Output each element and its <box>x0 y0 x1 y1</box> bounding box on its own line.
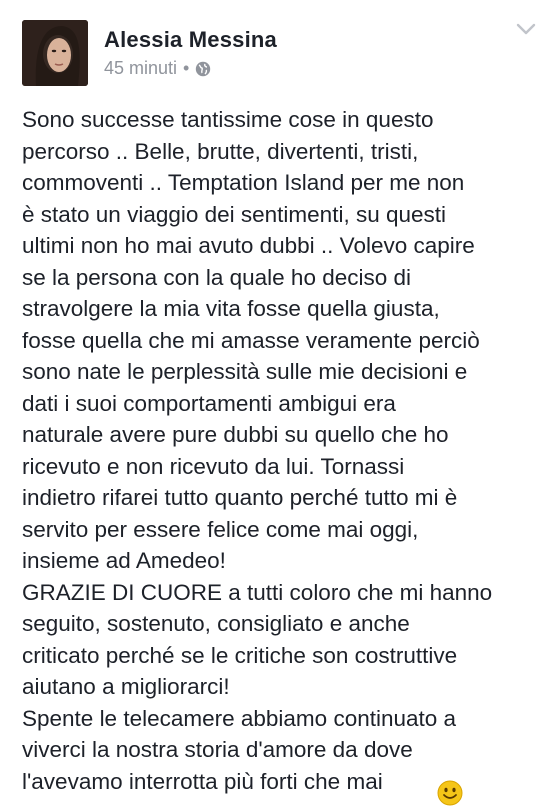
chevron-down-icon[interactable] <box>516 22 536 36</box>
avatar[interactable] <box>22 20 88 86</box>
post-meta: 45 minuti • <box>104 58 211 79</box>
post-text: Sono successe tantissime cose in questo … <box>22 107 493 794</box>
avatar-photo <box>22 20 88 86</box>
globe-icon[interactable] <box>195 61 211 77</box>
meta-separator: • <box>183 58 190 78</box>
author-name[interactable]: Alessia Messina <box>104 27 277 53</box>
smiley-icon <box>437 780 463 806</box>
post-time[interactable]: 45 minuti <box>104 58 177 79</box>
post-header: Alessia Messina 45 minuti • <box>0 0 558 96</box>
